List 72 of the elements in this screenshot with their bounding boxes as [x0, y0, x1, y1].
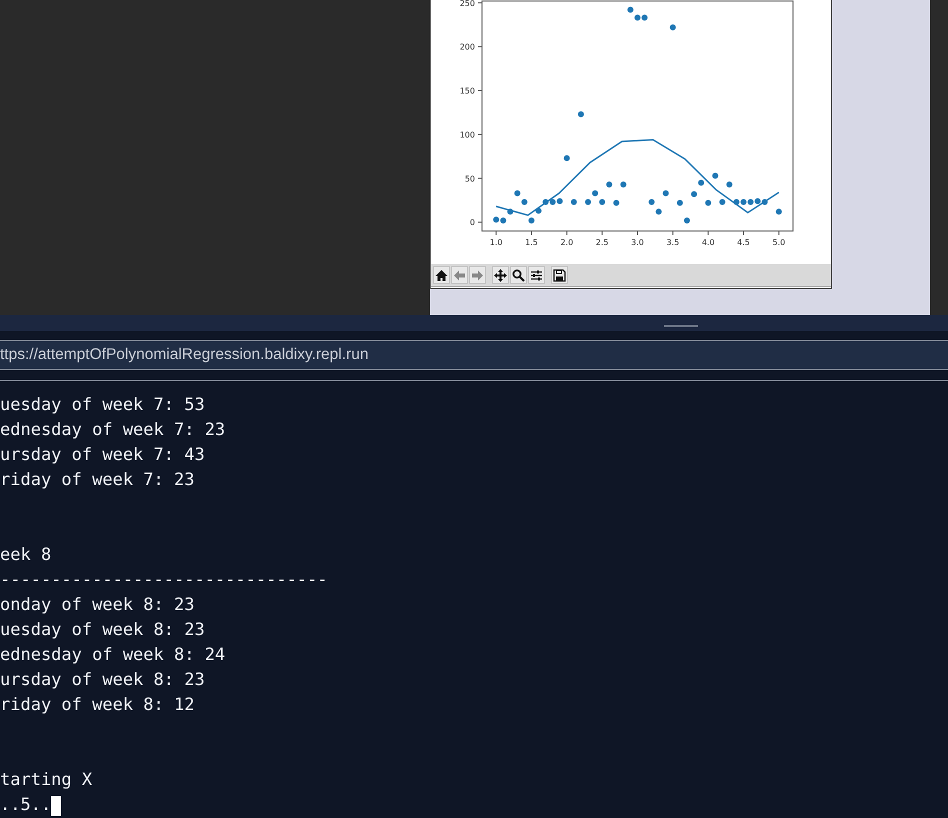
console-line: ..5..: [0, 794, 52, 818]
data-point: [726, 181, 732, 188]
y-tick-label: 0: [470, 218, 475, 228]
data-point: [698, 180, 704, 186]
x-tick-label: 5.0: [772, 238, 786, 247]
data-point: [670, 24, 676, 30]
x-tick-label: 2.0: [560, 238, 574, 247]
data-point: [536, 208, 542, 214]
data-point: [648, 199, 655, 206]
data-point: [656, 208, 662, 215]
left-arrow-icon: [453, 268, 466, 282]
y-tick-label: 50: [464, 174, 475, 184]
data-point: [564, 155, 570, 162]
data-point: [528, 217, 534, 224]
magnifier-icon: [512, 268, 525, 282]
data-point: [684, 217, 690, 224]
data-point: [599, 199, 606, 206]
data-point: [521, 199, 528, 206]
console-line: ednesday of week 8: 24: [0, 644, 226, 668]
data-point: [507, 208, 514, 215]
address-bar[interactable]: ttps://attemptOfPolynomialRegression.baldixy.repl.run: [0, 340, 948, 370]
console-line: riday of week 7: 23: [0, 469, 194, 492]
pan-button[interactable]: [492, 266, 509, 284]
console-line: onday of week 8: 23: [0, 594, 194, 618]
forward-button[interactable]: [469, 266, 486, 284]
x-tick-label: 4.0: [702, 238, 715, 247]
resize-handle[interactable]: [664, 324, 698, 327]
x-tick-label: 3.5: [666, 238, 680, 247]
data-point: [676, 200, 683, 206]
y-tick-label: 200: [460, 42, 475, 52]
home-icon: [435, 268, 448, 282]
data-point: [585, 199, 592, 206]
console-line: uesday of week 7: 53: [0, 394, 205, 418]
data-point: [578, 111, 584, 118]
right-arrow-icon: [471, 268, 484, 282]
data-point: [613, 200, 620, 206]
data-point: [627, 6, 634, 13]
url-text: ttps://attemptOfPolynomialRegression.baldixy.repl.run: [0, 346, 368, 364]
y-tick-label: 100: [460, 130, 475, 140]
data-point: [592, 190, 598, 196]
data-point: [570, 199, 577, 206]
data-point: [514, 190, 520, 196]
save-button[interactable]: [551, 266, 568, 284]
console-line: eek 8: [0, 544, 52, 568]
data-point: [705, 200, 712, 206]
x-tick-label: 1.0: [490, 238, 502, 247]
console-line: tarting X: [0, 769, 92, 792]
console-line: --------------------------------: [0, 569, 328, 592]
console-line: ursday of week 7: 43: [0, 444, 205, 468]
console-line: ursday of week 8: 23: [0, 669, 205, 692]
data-point: [691, 191, 698, 198]
data-point: [662, 190, 669, 196]
data-point: [620, 181, 626, 188]
data-point: [776, 208, 782, 215]
text-cursor: [51, 796, 62, 816]
console-line: uesday of week 8: 23: [0, 619, 205, 642]
zoom-button[interactable]: [510, 266, 527, 284]
x-tick-label: 1.5: [525, 238, 538, 247]
data-point: [719, 199, 726, 206]
y-tick-label: 150: [460, 86, 475, 96]
sliders-icon: [530, 268, 543, 282]
x-tick-label: 3.0: [631, 238, 644, 247]
data-point: [606, 181, 612, 188]
console-line: ednesday of week 7: 23: [0, 419, 226, 442]
y-tick-label: 250: [460, 0, 475, 8]
data-point: [712, 172, 718, 179]
configure-button[interactable]: [528, 266, 545, 284]
home-button[interactable]: [433, 266, 450, 284]
console-line: riday of week 8: 12: [0, 694, 194, 718]
move-arrows-icon: [494, 268, 507, 282]
x-tick-label: 4.5: [737, 238, 750, 247]
x-tick-label: 2.5: [596, 238, 609, 247]
